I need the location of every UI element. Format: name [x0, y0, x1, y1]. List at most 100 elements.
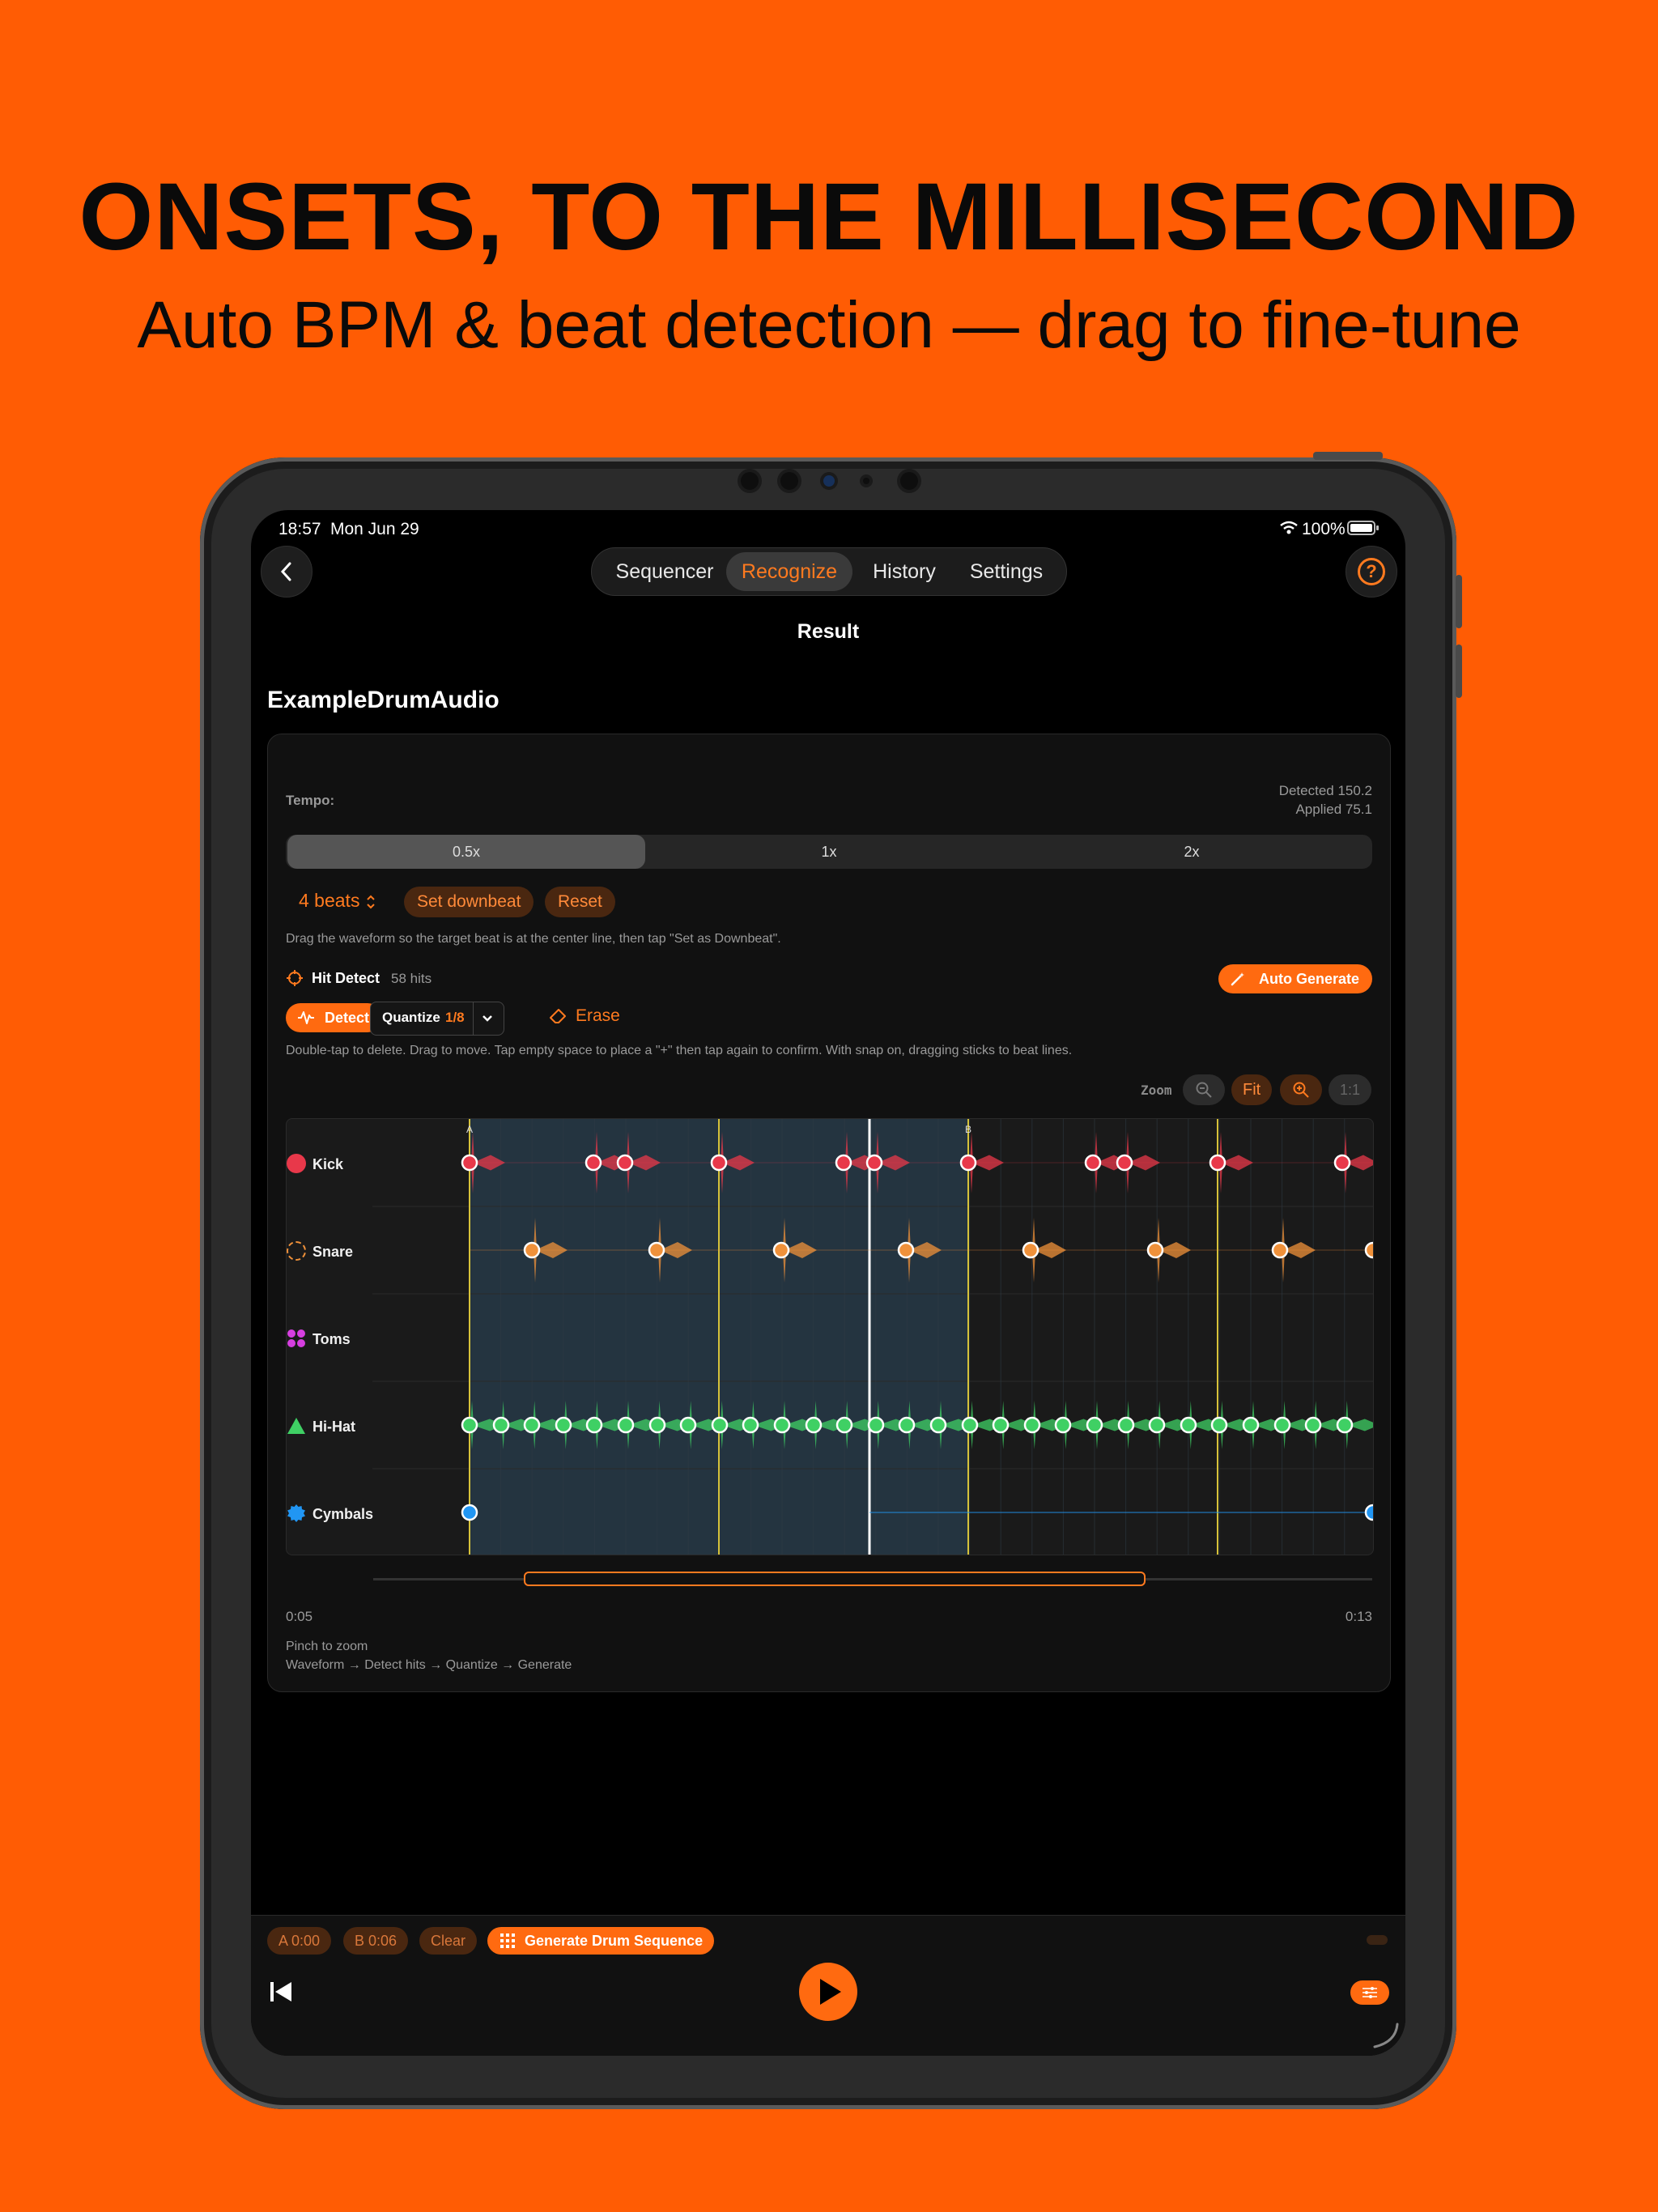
tempo-label: Tempo:	[286, 793, 335, 808]
zoom-in-button[interactable]	[1280, 1074, 1322, 1105]
skip-to-start-icon[interactable]	[269, 1980, 293, 2003]
b-point-chip[interactable]: B 0:06	[343, 1927, 409, 1955]
hit-marker	[616, 1154, 634, 1172]
generate-sequence-button[interactable]: Generate Drum Sequence	[487, 1927, 715, 1955]
hit-marker	[1271, 1241, 1289, 1259]
hit-marker	[897, 1241, 915, 1259]
timeline-start: 0:05	[286, 1609, 313, 1624]
clear-chip[interactable]: Clear	[419, 1927, 478, 1955]
erase-label: Erase	[576, 1006, 620, 1025]
promo-headline: ONSETS, TO THE MILLISECOND	[79, 164, 1579, 270]
marker-a: A	[466, 1124, 474, 1135]
back-button[interactable]	[261, 546, 312, 598]
hit-marker	[1210, 1416, 1228, 1434]
timeline-end: 0:13	[1345, 1609, 1372, 1624]
hit-marker	[1084, 1154, 1102, 1172]
overview-window[interactable]	[524, 1572, 1146, 1586]
play-button[interactable]	[799, 1963, 857, 2021]
hit-marker	[898, 1416, 916, 1434]
camera-dot	[863, 478, 869, 484]
chevron-updown-icon	[367, 895, 375, 909]
beats-selector[interactable]: 4 beats	[299, 890, 376, 912]
volume-up-button	[1456, 575, 1462, 628]
quantize-control[interactable]: Quantize 1/8	[370, 1002, 504, 1036]
speed-segmented-control: 0.5x 1x 2x	[286, 835, 1372, 869]
set-downbeat-button[interactable]: Set downbeat	[404, 887, 534, 917]
speed-option-1x[interactable]: 1x	[648, 835, 1010, 869]
speed-option-2x[interactable]: 2x	[1011, 835, 1372, 869]
help-button[interactable]: ?	[1346, 546, 1397, 598]
mixer-button[interactable]	[1350, 1980, 1389, 2005]
a-point-chip[interactable]: A 0:00	[267, 1927, 332, 1955]
bottom-transport-bar: A 0:00 B 0:06 Clear Generate Drum Sequen…	[251, 1915, 1405, 2056]
battery-icon	[1347, 521, 1379, 535]
tempo-applied: Applied 75.1	[1295, 802, 1372, 817]
drum-lane-grid[interactable]: A B Kick Snare Toms Hi-Hat Cymbals	[286, 1118, 1374, 1555]
magic-wand-icon	[1231, 972, 1244, 986]
hit-marker	[1333, 1154, 1351, 1172]
lane-label-kick: Kick	[312, 1156, 344, 1172]
hit-marker	[1273, 1416, 1291, 1434]
waveform-icon	[298, 1011, 314, 1024]
zoom-1to1-button[interactable]: 1:1	[1329, 1074, 1372, 1105]
lane-snare[interactable]: Snare	[287, 1239, 376, 1263]
play-icon	[820, 1979, 841, 2005]
divider	[473, 1002, 474, 1035]
kick-icon	[287, 1154, 306, 1173]
app-screen: 18:57 Mon Jun 29 100% Sequencer Recogniz…	[251, 510, 1405, 2056]
downbeat-hint: Drag the waveform so the target beat is …	[286, 932, 781, 946]
hit-marker	[648, 1416, 666, 1434]
tab-history[interactable]: History	[856, 548, 953, 595]
quantize-label: Quantize	[382, 1010, 440, 1025]
hit-marker	[617, 1416, 635, 1434]
page-title: Result	[797, 620, 860, 643]
detect-button[interactable]: Detect	[286, 1003, 383, 1032]
marker-b: B	[965, 1124, 972, 1135]
lane-label-toms: Toms	[312, 1331, 351, 1347]
file-name: ExampleDrumAudio	[267, 687, 500, 713]
edit-hint: Double-tap to delete. Drag to move. Tap …	[286, 1044, 1073, 1057]
hit-marker	[555, 1416, 572, 1434]
erase-button[interactable]: Erase	[548, 1006, 620, 1026]
crosshair-icon	[287, 970, 303, 986]
camera-lens-icon	[823, 475, 835, 487]
quantize-value: 1/8	[445, 1010, 465, 1025]
tab-settings[interactable]: Settings	[956, 548, 1056, 595]
reset-button[interactable]: Reset	[545, 887, 615, 917]
hit-marker	[461, 1416, 478, 1434]
speed-option-half[interactable]: 0.5x	[287, 835, 645, 869]
pinch-hint: Pinch to zoom	[286, 1640, 368, 1653]
zoom-fit-button[interactable]: Fit	[1231, 1074, 1273, 1105]
volume-down-button	[1456, 644, 1462, 698]
tab-sequencer[interactable]: Sequencer	[606, 548, 723, 595]
hit-marker	[805, 1416, 823, 1434]
hit-marker	[835, 1154, 852, 1172]
lane-kick[interactable]: Kick	[287, 1151, 376, 1176]
chevron-left-icon	[280, 562, 291, 581]
promo-subhead: Auto BPM & beat detection — drag to fine…	[137, 288, 1521, 362]
lane-label-snare: Snare	[312, 1244, 354, 1260]
hit-count: 58 hits	[391, 971, 432, 986]
chevron-down-icon[interactable]	[481, 1013, 494, 1024]
hit-marker	[648, 1241, 665, 1259]
auto-generate-button[interactable]: Auto Generate	[1218, 964, 1372, 993]
hit-marker	[523, 1416, 541, 1434]
hit-marker	[492, 1416, 510, 1434]
top-button	[1313, 452, 1383, 460]
lane-toms[interactable]: Toms	[287, 1326, 376, 1351]
hit-marker	[1146, 1241, 1164, 1259]
zoom-out-button[interactable]	[1183, 1074, 1225, 1105]
hit-marker	[772, 1241, 790, 1259]
hit-marker	[961, 1416, 979, 1434]
help-icon: ?	[1358, 558, 1385, 585]
snare-icon	[287, 1241, 306, 1261]
tab-recognize[interactable]: Recognize	[726, 552, 852, 591]
hit-marker	[1304, 1416, 1322, 1434]
lane-hihat[interactable]: Hi-Hat	[287, 1414, 376, 1438]
hihat-icon	[287, 1418, 305, 1434]
hit-marker	[711, 1416, 729, 1434]
lane-cymbals[interactable]: Cymbals	[287, 1501, 376, 1525]
hit-marker	[992, 1416, 1010, 1434]
hit-marker	[1364, 1504, 1373, 1521]
hit-marker	[959, 1154, 977, 1172]
